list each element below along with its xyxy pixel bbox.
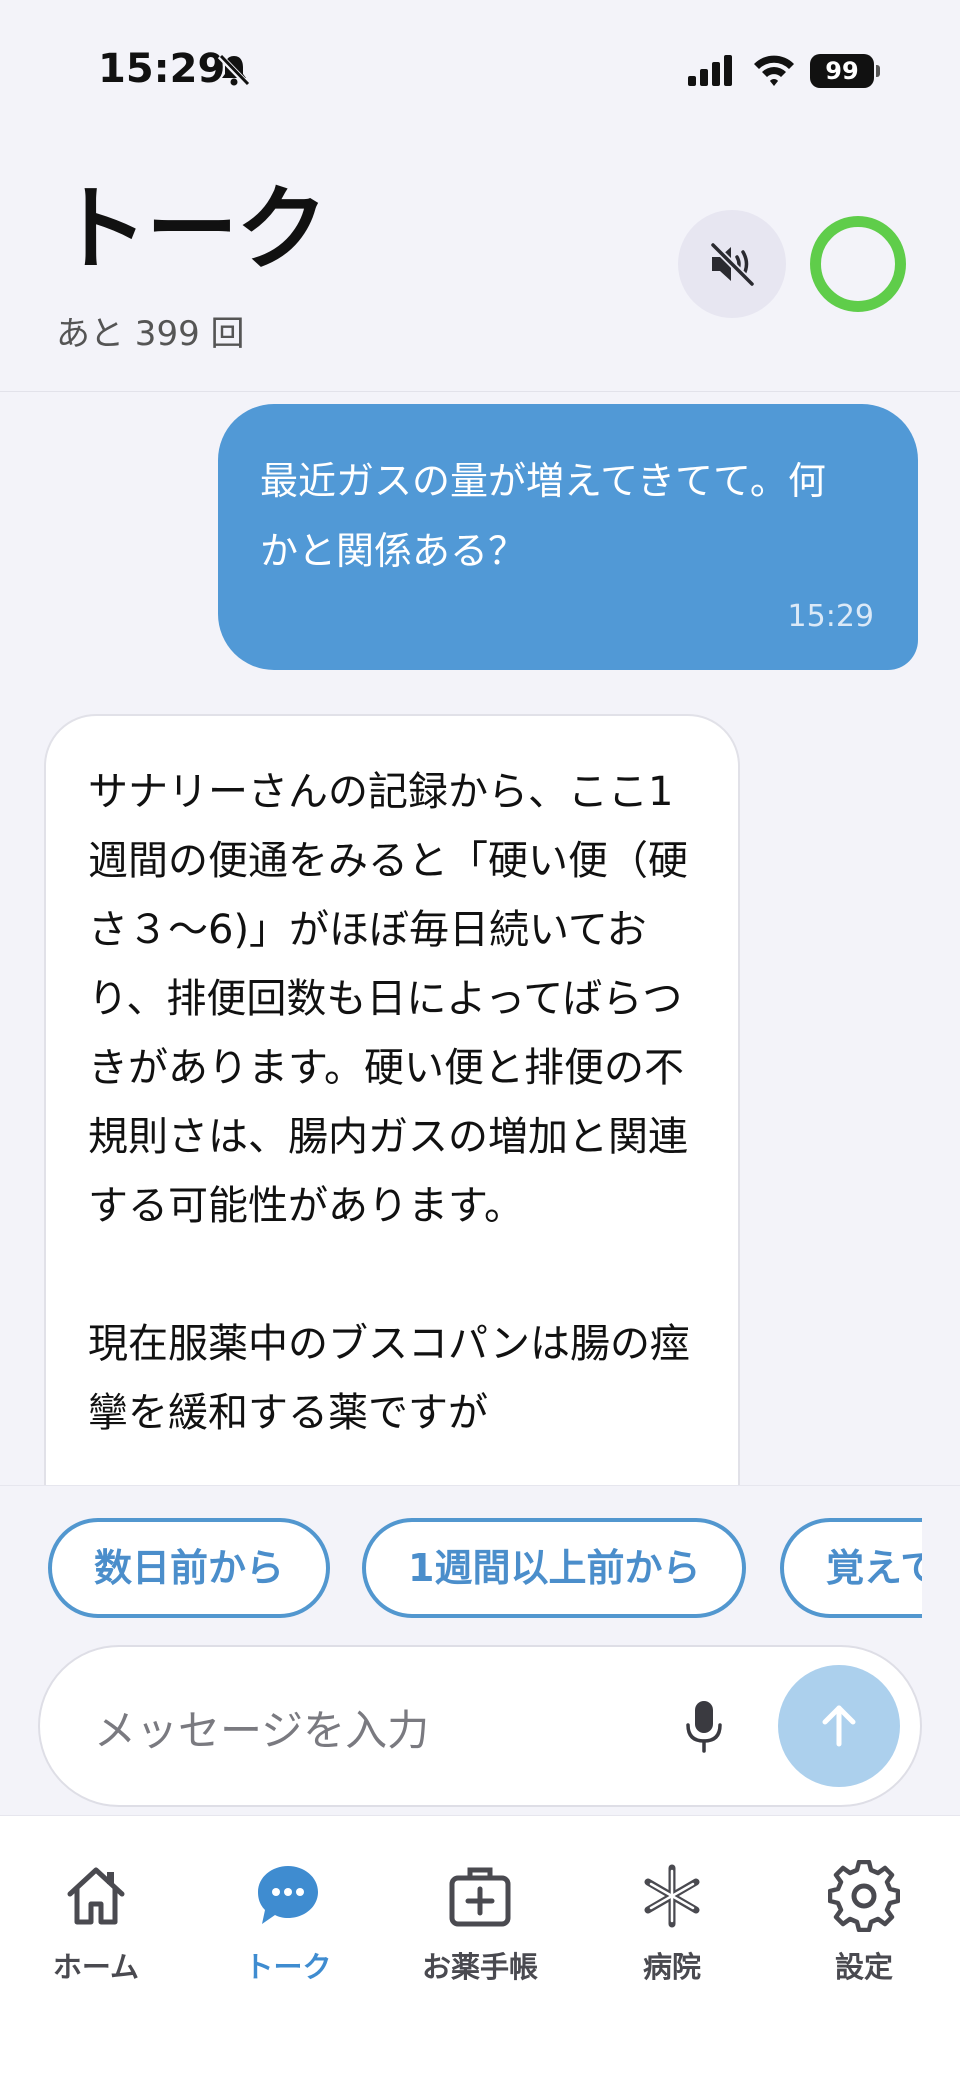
gear-icon bbox=[828, 1860, 900, 1932]
chat-bubble-icon bbox=[258, 1866, 318, 1924]
bottom-tab-bar: ホーム トーク お薬手帳 病院 設定 bbox=[0, 1815, 960, 2079]
speaker-muted-icon bbox=[709, 241, 755, 287]
battery-level: 99 bbox=[810, 54, 874, 88]
arrow-up-icon bbox=[822, 1705, 856, 1747]
home-icon bbox=[67, 1867, 125, 1925]
tab-settings[interactable]: 設定 bbox=[768, 1860, 960, 2000]
tab-medicine-notebook[interactable]: お薬手帳 bbox=[384, 1860, 576, 2000]
tab-home[interactable]: ホーム bbox=[0, 1860, 192, 2000]
send-button[interactable] bbox=[778, 1665, 900, 1787]
message-timestamp: 15:29 bbox=[787, 599, 874, 634]
suggestion-chips: 数日前から 1週間以上前から 覚えてない bbox=[0, 1485, 960, 1637]
message-text: サナリーさんの記録から、ここ1週間の便通をみると「硬い便（硬さ３〜6)」がほぼ毎… bbox=[88, 769, 690, 1436]
tab-label: 病院 bbox=[642, 1950, 701, 1984]
clock: 15:29 bbox=[98, 46, 226, 92]
microphone-icon[interactable] bbox=[682, 1697, 726, 1757]
bell-off-icon bbox=[217, 53, 251, 88]
tab-talk[interactable]: トーク bbox=[192, 1860, 384, 2000]
user-message-bubble: 最近ガスの量が増えてきてて。何かと関係ある？ 15:29 bbox=[218, 404, 918, 670]
wifi-icon bbox=[754, 55, 794, 86]
suggestion-chip[interactable]: 数日前から bbox=[48, 1518, 331, 1618]
status-bar: 15:29 99 bbox=[0, 0, 960, 140]
battery-icon: 99 bbox=[810, 54, 880, 88]
tab-label: トーク bbox=[244, 1950, 332, 1984]
suggestion-chip[interactable]: 1週間以上前から bbox=[362, 1518, 747, 1618]
tab-label: お薬手帳 bbox=[421, 1950, 538, 1984]
remaining-count: あと 399 回 bbox=[56, 314, 245, 354]
tab-label: ホーム bbox=[52, 1950, 140, 1984]
assistant-message-bubble: サナリーさんの記録から、ここ1週間の便通をみると「硬い便（硬さ３〜6)」がほぼ毎… bbox=[44, 714, 740, 1485]
cellular-signal-icon bbox=[688, 55, 732, 86]
tab-label: 設定 bbox=[834, 1950, 893, 1984]
hospital-icon bbox=[644, 1864, 700, 1928]
message-text: 最近ガスの量が増えてきてて。何かと関係ある？ bbox=[260, 459, 826, 573]
tab-hospital[interactable]: 病院 bbox=[576, 1860, 768, 2000]
page-title: トーク bbox=[56, 176, 328, 283]
message-input[interactable]: メッセージを入力 bbox=[94, 1697, 429, 1758]
chat-messages[interactable]: 最近ガスの量が増えてきてて。何かと関係ある？ 15:29 サナリーさんの記録から… bbox=[0, 392, 960, 1485]
mute-button[interactable] bbox=[678, 210, 786, 318]
message-composer: メッセージを入力 bbox=[38, 1645, 922, 1807]
medicine-notebook-icon bbox=[449, 1867, 511, 1927]
status-indicator[interactable] bbox=[810, 216, 906, 312]
page-header: トーク あと 399 回 bbox=[0, 140, 960, 392]
